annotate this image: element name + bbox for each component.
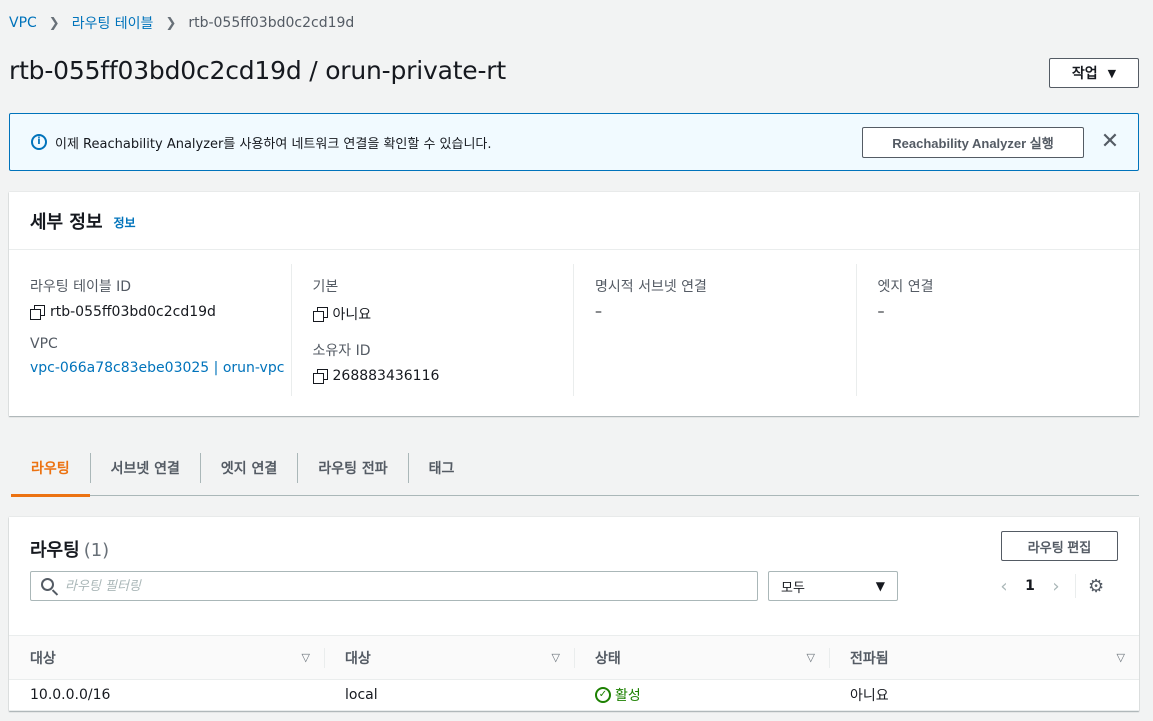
copy-icon[interactable] <box>30 305 45 320</box>
details-column-4: 엣지 연결 – <box>857 264 1140 396</box>
vpc-link[interactable]: vpc-066a78c83ebe03025 | orun-vpc <box>30 360 284 376</box>
route-target: local <box>324 679 574 711</box>
table-header-row: 대상 ▽ 대상 ▽ 상태 ▽ 전파됨 ▽ <box>9 635 1139 680</box>
tab-bar: 라우팅 서브넷 연결 엣지 연결 라우팅 전파 태그 <box>11 440 1139 497</box>
tab-edge-associations[interactable]: 엣지 연결 <box>201 440 297 496</box>
route-status-text: 활성 <box>615 688 641 704</box>
route-table-id-text: rtb-055ff03bd0c2cd19d <box>50 304 216 320</box>
details-panel: 세부 정보 정보 라우팅 테이블 ID rtb-055ff03bd0c2cd19… <box>9 192 1139 416</box>
chevron-right-icon[interactable]: › <box>1045 576 1067 597</box>
route-propagated: 아니요 <box>829 679 1139 711</box>
route-table-id-value: rtb-055ff03bd0c2cd19d <box>30 304 291 320</box>
caret-down-icon: ▼ <box>1107 66 1117 80</box>
page-number[interactable]: 1 <box>1015 578 1045 594</box>
vpc-label: VPC <box>30 336 58 352</box>
breadcrumb-separator-icon: ❯ <box>165 15 177 31</box>
gear-icon[interactable]: ⚙ <box>1088 576 1104 597</box>
copy-icon[interactable] <box>312 307 328 322</box>
copy-icon[interactable] <box>312 369 328 384</box>
edge-value: – <box>877 304 885 320</box>
column-header-status[interactable]: 상태 ▽ <box>574 635 829 680</box>
routes-title-text: 라우팅 <box>30 540 80 561</box>
caret-down-icon: ▼ <box>875 579 885 593</box>
owner-label: 소유자 ID <box>312 343 371 359</box>
sort-down-icon: ▽ <box>551 651 560 664</box>
details-title: 세부 정보 <box>30 211 103 233</box>
column-header-target[interactable]: 대상 ▽ <box>324 635 574 680</box>
details-columns: 라우팅 테이블 ID rtb-055ff03bd0c2cd19d VPC vpc… <box>9 264 1139 396</box>
info-icon: i <box>31 134 47 150</box>
search-icon <box>41 578 54 591</box>
route-filter-input[interactable] <box>65 576 745 596</box>
reachability-analyzer-button[interactable]: Reachability Analyzer 실행 <box>862 127 1084 158</box>
tab-routes[interactable]: 라우팅 <box>11 440 90 497</box>
tab-route-propagation[interactable]: 라우팅 전파 <box>298 440 407 496</box>
details-column-1: 라우팅 테이블 ID rtb-055ff03bd0c2cd19d VPC vpc… <box>9 264 292 396</box>
routes-panel: 라우팅(1) 라우팅 편집 모두 ▼ ‹ 1 › ⚙ 대상 ▽ 대상 ▽ 상태 ▽ <box>9 517 1139 711</box>
vpc-value: vpc-066a78c83ebe03025 | orun-vpc <box>30 360 291 376</box>
tab-subnet-associations[interactable]: 서브넷 연결 <box>91 440 200 496</box>
details-header: 세부 정보 정보 <box>9 192 1139 250</box>
flash-message: 이제 Reachability Analyzer를 사용하여 네트워크 연결을 … <box>55 137 492 152</box>
route-filter <box>30 571 758 601</box>
edge-field: 엣지 연결 – <box>878 276 1140 320</box>
owner-value: 268883436116 <box>312 368 574 384</box>
breadcrumb-vpc[interactable]: VPC <box>9 15 37 31</box>
actions-button-label: 작업 <box>1071 66 1098 82</box>
pagination-divider <box>1075 574 1076 598</box>
vpc-field: VPC vpc-066a78c83ebe03025 | orun-vpc <box>30 336 291 376</box>
main-label: 기본 <box>312 279 339 295</box>
owner-field: 소유자 ID 268883436116 <box>312 340 574 384</box>
breadcrumb-route-tables[interactable]: 라우팅 테이블 <box>72 13 154 33</box>
route-destination: 10.0.0.0/16 <box>9 679 324 711</box>
routes-table: 대상 ▽ 대상 ▽ 상태 ▽ 전파됨 ▽ 10.0.0.0/16 local ✓… <box>9 635 1139 711</box>
column-header-destination[interactable]: 대상 ▽ <box>9 635 324 680</box>
status-filter-value: 모두 <box>781 580 805 596</box>
column-header-propagated[interactable]: 전파됨 ▽ <box>829 635 1139 680</box>
sort-down-icon: ▽ <box>1116 651 1125 664</box>
close-icon[interactable]: ✕ <box>1100 131 1120 153</box>
sort-down-icon: ▽ <box>806 651 815 664</box>
routes-count: (1) <box>83 540 110 561</box>
column-header-label: 대상 <box>345 650 371 667</box>
breadcrumb-separator-icon: ❯ <box>48 15 60 31</box>
info-flashbar: i 이제 Reachability Analyzer를 사용하여 네트워크 연결… <box>9 113 1139 171</box>
details-info-link[interactable]: 정보 <box>114 214 136 231</box>
main-field: 기본 아니요 <box>312 276 574 324</box>
breadcrumb-current: rtb-055ff03bd0c2cd19d <box>188 15 355 31</box>
column-header-label: 상태 <box>595 650 621 667</box>
main-value: 아니요 <box>312 304 574 324</box>
column-header-label: 전파됨 <box>850 650 889 667</box>
explicit-subnet-field: 명시적 서브넷 연결 – <box>595 276 856 320</box>
owner-value-text: 268883436116 <box>332 368 440 384</box>
status-filter-select[interactable]: 모두 ▼ <box>768 571 898 601</box>
explicit-subnet-label: 명시적 서브넷 연결 <box>595 279 707 295</box>
page-title: rtb-055ff03bd0c2cd19d / orun-private-rt <box>9 56 506 85</box>
explicit-subnet-value: – <box>595 304 602 320</box>
edge-label: 엣지 연결 <box>877 279 934 295</box>
tab-tags[interactable]: 태그 <box>409 440 475 496</box>
route-table-id-field: 라우팅 테이블 ID rtb-055ff03bd0c2cd19d <box>30 276 291 320</box>
sort-down-icon: ▽ <box>301 651 310 664</box>
route-table-id-label: 라우팅 테이블 ID <box>30 279 132 295</box>
actions-button[interactable]: 작업 ▼ <box>1049 58 1139 88</box>
main-value-text: 아니요 <box>332 307 372 323</box>
breadcrumb: VPC ❯ 라우팅 테이블 ❯ rtb-055ff03bd0c2cd19d <box>9 14 354 32</box>
table-row: 10.0.0.0/16 local ✓ 활성 아니요 <box>9 679 1139 711</box>
pagination: ‹ 1 › ⚙ <box>993 574 1104 598</box>
route-status: ✓ 활성 <box>574 679 829 711</box>
details-column-3: 명시적 서브넷 연결 – <box>574 264 857 396</box>
edit-routes-button[interactable]: 라우팅 편집 <box>1001 531 1118 561</box>
chevron-left-icon[interactable]: ‹ <box>993 576 1015 597</box>
check-circle-icon: ✓ <box>595 687 611 703</box>
details-column-2: 기본 아니요 소유자 ID 268883436116 <box>292 264 574 396</box>
routes-title: 라우팅 (1) <box>30 536 109 562</box>
status-active: ✓ 활성 <box>595 685 829 705</box>
column-header-label: 대상 <box>30 650 56 667</box>
